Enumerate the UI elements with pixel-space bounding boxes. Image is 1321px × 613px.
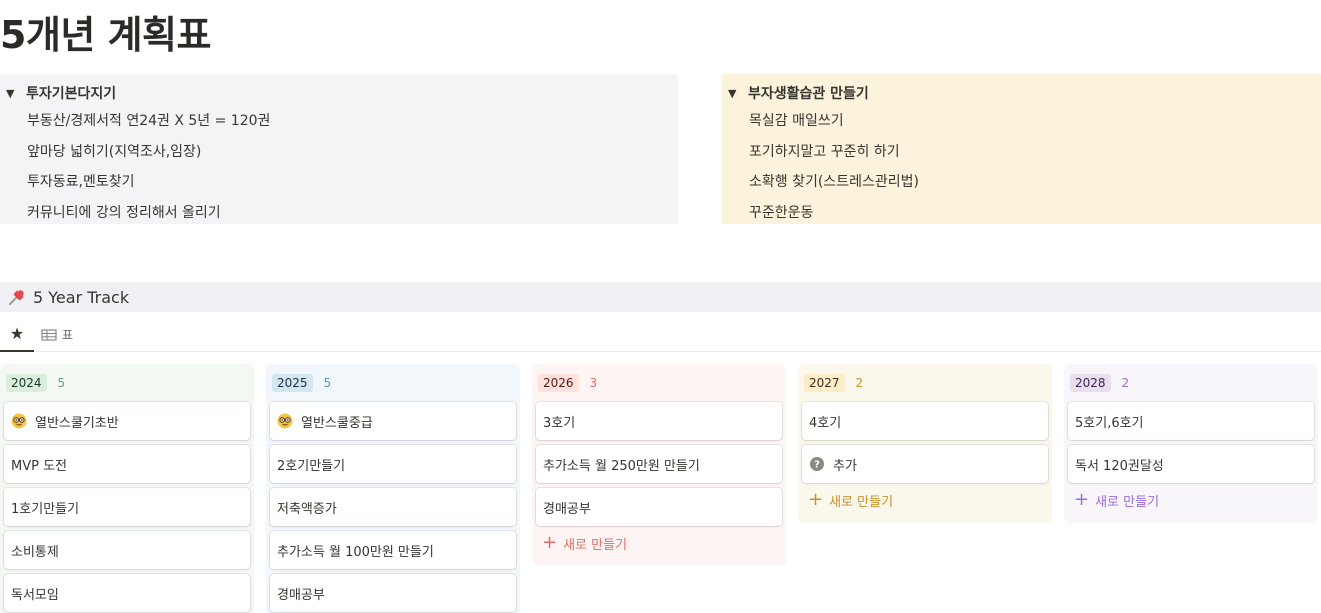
column-header[interactable]: 2025 5 xyxy=(270,368,516,398)
nerd-face-icon xyxy=(277,413,293,429)
board-card[interactable]: 열반스쿨중급 xyxy=(270,402,516,440)
column-header[interactable]: 2026 3 xyxy=(536,368,782,398)
card-title: 추가 xyxy=(833,458,857,474)
toggle-list-item: 소확행 찾기(스트레스관리법) xyxy=(749,174,919,190)
add-new-card-button[interactable]: + 새로 만들기 xyxy=(536,526,782,560)
toggle-list-item: 부동산/경제서적 연24권 X 5년 = 120권 xyxy=(27,113,271,129)
board-card[interactable]: 5호기,6호기 xyxy=(1068,402,1314,440)
board-card[interactable]: 소비통제 xyxy=(4,531,250,569)
column-header[interactable]: 2024 5 xyxy=(4,368,250,398)
board-card[interactable]: 추가소득 월 250만원 만들기 xyxy=(536,445,782,483)
column-count: 2 xyxy=(1121,376,1130,390)
svg-text:?: ? xyxy=(814,460,820,471)
card-title: 4호기 xyxy=(809,415,842,431)
tab-board-view[interactable]: ★ xyxy=(0,318,34,352)
add-new-card-button[interactable]: + 새로 만들기 xyxy=(1068,483,1314,517)
pushpin-icon xyxy=(7,287,27,307)
board-column-2024: 2024 5 열반스쿨기초반 MVP 도전 1호기만들기소비통제독서모임 xyxy=(0,364,254,613)
column-count: 3 xyxy=(589,376,598,390)
card-title: 저축액증가 xyxy=(277,501,337,517)
board-card[interactable]: 4호기 xyxy=(802,402,1048,440)
card-title: 소비통제 xyxy=(11,544,59,560)
nerd-face-icon xyxy=(11,413,27,429)
toggle-title: 투자기본다지기 xyxy=(26,86,117,102)
column-count: 2 xyxy=(855,376,864,390)
board-card[interactable]: 열반스쿨기초반 xyxy=(4,402,250,440)
card-title: 독서 120권달성 xyxy=(1075,458,1164,474)
page-title: 5개년 계획표 xyxy=(0,13,211,57)
board-card[interactable]: 독서 120권달성 xyxy=(1068,445,1314,483)
toggle-list-item: 커뮤니티에 강의 정리해서 올리기 xyxy=(27,204,221,221)
board-column-2025: 2025 5 열반스쿨중급 2호기만들기저축액증가추가소득 월 100만원 만들기경매… xyxy=(266,364,520,613)
column-label-badge: 2024 xyxy=(6,374,47,392)
toggle-header[interactable]: ▼ 부자생활습관 만들기 xyxy=(728,80,1321,106)
toggle-block-investment: ▼ 투자기본다지기 부동산/경제서적 연24권 X 5년 = 120권 앞마당 … xyxy=(0,74,678,224)
triangle-down-icon[interactable]: ▼ xyxy=(728,87,748,100)
star-icon: ★ xyxy=(9,324,25,343)
card-title: 2호기만들기 xyxy=(277,458,346,474)
toggle-title: 부자생활습관 만들기 xyxy=(748,86,869,102)
column-header[interactable]: 2028 2 xyxy=(1068,368,1314,398)
board-card[interactable]: 추가소득 월 100만원 만들기 xyxy=(270,531,516,569)
board-column-2027: 2027 2 4호기? 추가 + 새로 만들기 xyxy=(798,364,1052,523)
column-header[interactable]: 2027 2 xyxy=(802,368,1048,398)
card-title: 열반스쿨기초반 xyxy=(35,415,119,431)
tab-label: 표 xyxy=(62,328,74,342)
board-card[interactable]: 독서모임 xyxy=(4,574,250,612)
board-card[interactable]: 경매공부 xyxy=(270,574,516,612)
board-card[interactable]: 3호기 xyxy=(536,402,782,440)
plus-icon: + xyxy=(1074,489,1090,510)
card-title: 열반스쿨중급 xyxy=(301,415,373,431)
triangle-down-icon[interactable]: ▼ xyxy=(6,87,26,100)
add-new-label: 새로 만들기 xyxy=(1095,494,1160,510)
card-title: 경매공부 xyxy=(277,587,325,603)
card-title: 5호기,6호기 xyxy=(1075,415,1144,431)
column-count: 5 xyxy=(57,376,66,390)
toggle-list-item: 꾸준한운동 xyxy=(749,204,814,221)
column-count: 5 xyxy=(323,376,332,390)
card-title: 추가소득 월 250만원 만들기 xyxy=(543,458,700,474)
plus-icon: + xyxy=(542,532,558,553)
column-label-badge: 2025 xyxy=(272,374,313,392)
question-circle-icon: ? xyxy=(809,456,825,472)
column-label-badge: 2028 xyxy=(1070,374,1111,392)
card-title: 추가소득 월 100만원 만들기 xyxy=(277,544,434,560)
column-label-badge: 2026 xyxy=(538,374,579,392)
toggle-list: 목실감 매일쓰기 포기하지말고 꾸준히 하기 소확행 찾기(스트레스관리법) 꾸… xyxy=(728,106,1321,228)
database-title[interactable]: 5 Year Track xyxy=(33,288,129,307)
toggle-list-item: 목실감 매일쓰기 xyxy=(749,113,844,129)
toggle-block-habits: ▼ 부자생활습관 만들기 목실감 매일쓰기 포기하지말고 꾸준히 하기 소확행 … xyxy=(722,74,1321,224)
table-icon xyxy=(41,328,57,341)
toggle-list-item: 포기하지말고 꾸준히 하기 xyxy=(749,143,900,160)
board-column-2026: 2026 3 3호기추가소득 월 250만원 만들기경매공부 + 새로 만들기 xyxy=(532,364,786,566)
add-new-card-button[interactable]: + 새로 만들기 xyxy=(802,483,1048,517)
tab-table-view[interactable]: 표 xyxy=(41,318,73,352)
board-card[interactable]: 경매공부 xyxy=(536,488,782,526)
plus-icon: + xyxy=(808,489,824,510)
view-tabs: ★ 표 xyxy=(0,318,1321,352)
column-label-badge: 2027 xyxy=(804,374,845,392)
toggle-header[interactable]: ▼ 투자기본다지기 xyxy=(6,80,678,106)
board-column-2028: 2028 2 5호기,6호기독서 120권달성 + 새로 만들기 xyxy=(1064,364,1318,523)
card-title: MVP 도전 xyxy=(11,458,68,474)
board-card[interactable]: 2호기만들기 xyxy=(270,445,516,483)
toggle-list: 부동산/경제서적 연24권 X 5년 = 120권 앞마당 넓히기(지역조사,임… xyxy=(6,106,678,228)
card-title: 경매공부 xyxy=(543,501,591,517)
board-card[interactable]: 저축액증가 xyxy=(270,488,516,526)
card-title: 1호기만들기 xyxy=(11,501,80,517)
add-new-label: 새로 만들기 xyxy=(563,537,628,553)
database-header: 5 Year Track xyxy=(0,282,1321,312)
toggle-list-item: 앞마당 넓히기(지역조사,임장) xyxy=(27,143,202,160)
card-title: 독서모임 xyxy=(11,587,59,603)
card-title: 3호기 xyxy=(543,415,576,431)
board-card[interactable]: MVP 도전 xyxy=(4,445,250,483)
board-card[interactable]: 1호기만들기 xyxy=(4,488,250,526)
toggle-list-item: 투자동료,멘토찾기 xyxy=(27,174,135,190)
add-new-label: 새로 만들기 xyxy=(829,494,894,510)
board-card[interactable]: ? 추가 xyxy=(802,445,1048,483)
